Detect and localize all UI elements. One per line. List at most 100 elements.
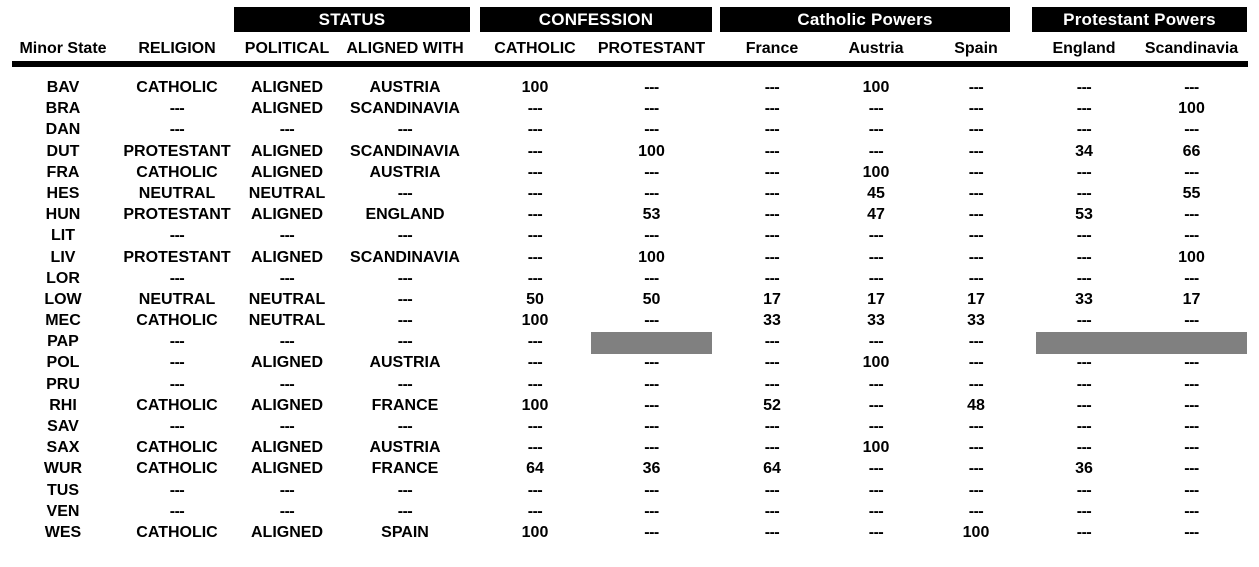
cell-france: 17 <box>763 290 781 308</box>
table-row[interactable]: HES NEUTRAL NEUTRAL --- --- --- --- 45 --- --- 55 <box>0 183 1259 204</box>
cell-england: --- <box>1076 79 1092 96</box>
cell-catholic: 100 <box>521 396 549 414</box>
column-header-protestant[interactable]: PROTESTANT <box>591 38 712 60</box>
table-row[interactable]: LOR --- --- --- --- --- --- --- --- --- --- <box>0 268 1259 289</box>
cell-austria: --- <box>868 460 884 478</box>
cell-minor-state: PAP <box>47 333 79 351</box>
cell-catholic: 100 <box>521 79 549 96</box>
cell-minor-state: WES <box>44 523 82 541</box>
cell-religion: --- <box>169 481 185 499</box>
table-row[interactable]: VEN --- --- --- --- --- --- --- --- --- --- <box>0 501 1259 522</box>
cell-aligned-with: SCANDINAVIA <box>350 142 460 160</box>
table-row[interactable]: DAN --- --- --- --- --- --- --- --- --- --- <box>0 119 1259 140</box>
cell-scandinavia: 66 <box>1182 142 1201 160</box>
cell-religion: NEUTRAL <box>138 184 216 202</box>
cell-catholic: --- <box>527 206 543 224</box>
cell-religion: --- <box>169 502 185 520</box>
cell-religion: CATHOLIC <box>136 523 218 541</box>
cell-england: --- <box>1076 396 1092 414</box>
column-header-england[interactable]: England <box>1032 38 1136 60</box>
cell-england: --- <box>1076 502 1092 520</box>
cell-france: --- <box>764 481 780 499</box>
cell-protestant: --- <box>644 184 659 202</box>
cell-catholic: --- <box>527 227 543 245</box>
cell-france: --- <box>764 354 780 372</box>
cell-catholic: 100 <box>521 523 549 541</box>
cell-aligned-with: --- <box>397 290 413 308</box>
cell-england: --- <box>1076 312 1092 330</box>
cell-aligned-with: --- <box>397 502 413 520</box>
cell-scandinavia: --- <box>1184 460 1199 478</box>
table-row[interactable]: POL --- ALIGNED AUSTRIA --- --- --- 100 --- --- --… <box>0 352 1259 373</box>
cell-scandinavia: --- <box>1184 227 1199 245</box>
cell-england: 34 <box>1075 142 1093 160</box>
cell-political: ALIGNED <box>251 142 323 160</box>
cell-political: ALIGNED <box>251 163 323 181</box>
cell-protestant: --- <box>644 481 659 499</box>
cell-spain: --- <box>968 375 984 393</box>
table-row[interactable]: PRU --- --- --- --- --- --- --- --- --- --- <box>0 374 1259 395</box>
column-header-catholic[interactable]: CATHOLIC <box>480 38 590 60</box>
cell-aligned-with: --- <box>397 375 413 393</box>
cell-england: --- <box>1076 481 1092 499</box>
cell-protestant: --- <box>644 354 659 372</box>
table-row[interactable]: TUS --- --- --- --- --- --- --- --- --- --- <box>0 480 1259 501</box>
cell-austria: --- <box>868 418 884 435</box>
cell-minor-state: SAV <box>47 418 79 435</box>
table-row[interactable]: LIT --- --- --- --- --- --- --- --- --- --- <box>0 225 1259 246</box>
column-header-spain[interactable]: Spain <box>928 38 1024 60</box>
column-header-austria[interactable]: Austria <box>824 38 928 60</box>
table-row[interactable]: RHI CATHOLIC ALIGNED FRANCE 100 --- 52 --- 48 ---… <box>0 395 1259 416</box>
cell-scandinavia: --- <box>1184 523 1199 541</box>
table-row[interactable]: HUN PROTESTANT ALIGNED ENGLAND --- 53 --- 47 ---… <box>0 204 1259 225</box>
cell-aligned-with: --- <box>397 269 413 287</box>
table-row[interactable]: BRA --- ALIGNED SCANDINAVIA --- --- --- --- --- -… <box>0 98 1259 119</box>
cell-protestant: 53 <box>642 206 661 224</box>
cell-france: 33 <box>763 312 781 330</box>
cell-religion: PROTESTANT <box>123 248 231 266</box>
redaction-bar-protestant <box>591 332 712 354</box>
cell-austria: 100 <box>862 439 890 457</box>
cell-protestant: --- <box>644 375 659 393</box>
cell-minor-state: TUS <box>47 481 79 499</box>
cell-political: --- <box>279 333 295 351</box>
column-header-religion[interactable]: RELIGION <box>118 38 236 60</box>
cell-england: --- <box>1076 439 1092 457</box>
column-header-scandinavia[interactable]: Scandinavia <box>1136 38 1247 60</box>
table-row[interactable]: SAV --- --- --- --- --- --- --- --- --- --- <box>0 416 1259 437</box>
table-row[interactable]: LOW NEUTRAL NEUTRAL --- 50 50 17 17 17 33 17 <box>0 289 1259 310</box>
cell-political: --- <box>279 121 295 139</box>
cell-political: --- <box>279 481 295 499</box>
cell-austria: 45 <box>867 184 885 202</box>
cell-catholic: --- <box>527 163 543 181</box>
table-row[interactable]: SAX CATHOLIC ALIGNED AUSTRIA --- --- --- 100 ---… <box>0 437 1259 458</box>
cell-austria: 47 <box>867 206 885 224</box>
redaction-bar-powers <box>1036 332 1247 354</box>
cell-protestant: --- <box>644 439 659 457</box>
cell-spain: --- <box>968 481 984 499</box>
column-header-minor-state[interactable]: Minor State <box>8 38 118 60</box>
cell-austria: --- <box>868 100 884 118</box>
table-row[interactable]: MEC CATHOLIC NEUTRAL --- 100 --- 33 33 33 --- --- <box>0 310 1259 331</box>
table-row[interactable]: DUT PROTESTANT ALIGNED SCANDINAVIA --- 100 ---… <box>0 141 1259 162</box>
cell-minor-state: DUT <box>46 142 80 160</box>
table-row[interactable]: BAV CATHOLIC ALIGNED AUSTRIA 100 --- --- 100 ---… <box>0 77 1259 98</box>
cell-austria: --- <box>868 396 884 414</box>
cell-spain: --- <box>968 269 984 287</box>
cell-minor-state: LOR <box>46 269 80 287</box>
table-row[interactable]: WUR CATHOLIC ALIGNED FRANCE 64 36 64 --- --- 36 --… <box>0 458 1259 479</box>
column-header-aligned-with[interactable]: ALIGNED WITH <box>340 38 470 60</box>
table-row[interactable]: FRA CATHOLIC ALIGNED AUSTRIA --- --- --- 100 ---… <box>0 162 1259 183</box>
table-row[interactable]: WES CATHOLIC ALIGNED SPAIN 100 --- --- --- 100 --… <box>0 522 1259 543</box>
cell-political: NEUTRAL <box>248 312 326 330</box>
table-row[interactable]: LIV PROTESTANT ALIGNED SCANDINAVIA --- 100 ---… <box>0 247 1259 268</box>
cell-france: --- <box>764 269 780 287</box>
cell-protestant: --- <box>644 163 659 181</box>
cell-protestant: --- <box>644 523 659 541</box>
cell-political: --- <box>279 227 295 245</box>
cell-catholic: --- <box>527 121 543 139</box>
column-header-political[interactable]: POLITICAL <box>234 38 340 60</box>
cell-political: --- <box>279 502 295 520</box>
cell-minor-state: DAN <box>45 121 81 139</box>
column-header-france[interactable]: France <box>720 38 824 60</box>
